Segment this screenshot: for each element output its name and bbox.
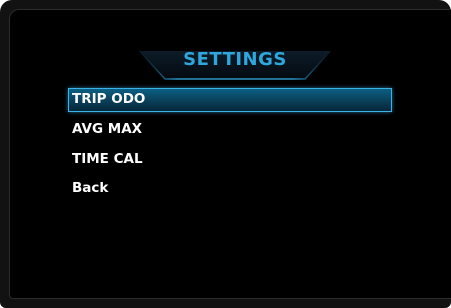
menu-item-back[interactable]: Back (68, 177, 392, 201)
settings-menu: TRIP ODO AVG MAX TIME CAL Back (10, 10, 451, 298)
menu-item-label: TRIP ODO (72, 91, 146, 107)
device-bezel: SETTINGS TRIP ODO AVG MAX TIME CAL Back (0, 0, 451, 308)
menu-item-avg-max[interactable]: AVG MAX (68, 118, 392, 142)
menu-item-label: TIME CAL (72, 151, 143, 167)
menu-item-time-cal[interactable]: TIME CAL (68, 148, 392, 172)
menu-item-trip-odo[interactable]: TRIP ODO (68, 88, 392, 112)
menu-item-label: AVG MAX (72, 121, 143, 137)
display-screen: SETTINGS TRIP ODO AVG MAX TIME CAL Back (9, 9, 451, 299)
menu-item-label: Back (72, 180, 109, 196)
